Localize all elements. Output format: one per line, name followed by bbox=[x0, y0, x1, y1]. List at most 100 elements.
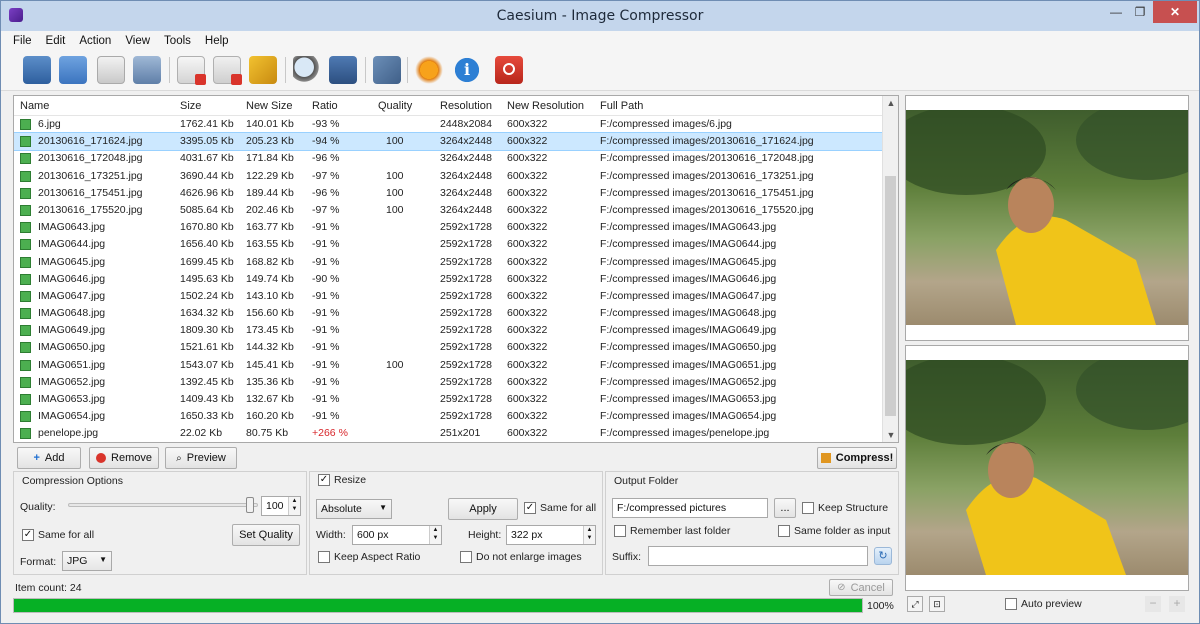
quality-slider-track[interactable] bbox=[68, 503, 258, 507]
compression-same-for-all-checkbox[interactable]: ✓ bbox=[22, 529, 34, 541]
save-list-icon[interactable] bbox=[97, 56, 125, 84]
menu-edit[interactable]: Edit bbox=[46, 35, 66, 47]
remove-item-icon[interactable] bbox=[177, 56, 206, 85]
same-folder-as-input-checkbox[interactable] bbox=[778, 525, 790, 537]
table-row[interactable]: IMAG0646.jpg 1495.63 Kb 149.74 Kb -90 % 2592… bbox=[14, 271, 898, 288]
column-header-new-size[interactable]: New Size bbox=[246, 100, 292, 112]
load-list-icon[interactable] bbox=[133, 56, 161, 84]
table-row[interactable]: IMAG0647.jpg 1502.24 Kb 143.10 Kb -91 % 2592… bbox=[14, 288, 898, 305]
column-header-name[interactable]: Name bbox=[20, 100, 49, 112]
table-row[interactable]: 6.jpg 1762.41 Kb 140.01 Kb -93 % 2448x2084 60… bbox=[14, 116, 898, 133]
refresh-icon[interactable]: ↻ bbox=[874, 547, 892, 565]
keep-aspect-ratio-checkbox[interactable] bbox=[318, 551, 330, 563]
height-spinbox[interactable]: 322 px ▲ ▼ bbox=[506, 525, 596, 545]
zoom-in-icon[interactable]: + bbox=[1169, 596, 1185, 612]
quality-spinbox[interactable]: 100 ▲ ▼ bbox=[261, 496, 301, 516]
resize-mode-select[interactable]: Absolute ▼ bbox=[316, 499, 392, 519]
column-header-ratio[interactable]: Ratio bbox=[312, 100, 338, 112]
quality-slider-handle[interactable] bbox=[246, 497, 254, 513]
remove-button[interactable]: Remove bbox=[89, 447, 159, 469]
remember-last-folder-checkbox[interactable] bbox=[614, 525, 626, 537]
table-row[interactable]: IMAG0648.jpg 1634.32 Kb 156.60 Kb -91 % 2592… bbox=[14, 305, 898, 322]
table-row[interactable]: IMAG0643.jpg 1670.80 Kb 163.77 Kb -91 % 2592… bbox=[14, 219, 898, 236]
scroll-down-icon[interactable]: ▼ bbox=[883, 430, 898, 440]
preview-button[interactable]: ⌕ Preview bbox=[165, 447, 237, 469]
set-quality-button[interactable]: Set Quality bbox=[232, 524, 300, 546]
spin-arrows-icon[interactable]: ▲ ▼ bbox=[429, 526, 441, 544]
do-not-enlarge-checkbox[interactable] bbox=[460, 551, 472, 563]
broom-icon[interactable] bbox=[249, 56, 277, 84]
keep-structure-checkbox[interactable] bbox=[802, 502, 814, 514]
add-button[interactable]: + Add bbox=[17, 447, 81, 469]
table-cell: 3264x2448 bbox=[440, 135, 492, 148]
add-button-label: Add bbox=[44, 452, 65, 464]
menu-tools[interactable]: Tools bbox=[164, 35, 191, 47]
width-value: 600 px bbox=[357, 529, 389, 541]
table-cell: 1699.45 Kb bbox=[180, 255, 234, 268]
column-header-resolution[interactable]: Resolution bbox=[440, 100, 492, 112]
tools-icon[interactable] bbox=[373, 56, 401, 84]
table-row[interactable]: 20130616_173251.jpg 3690.44 Kb 122.29 Kb -9… bbox=[14, 168, 898, 185]
open-folder-icon[interactable] bbox=[59, 56, 87, 84]
format-select[interactable]: JPG ▼ bbox=[62, 551, 112, 571]
maximize-button[interactable]: ❐ bbox=[1129, 1, 1151, 23]
table-row[interactable]: 20130616_171624.jpg 3395.05 Kb 205.23 Kb -9… bbox=[14, 132, 898, 152]
auto-preview-checkbox[interactable] bbox=[1005, 598, 1017, 610]
power-exit-icon[interactable] bbox=[495, 56, 523, 84]
item-count-label: Item count: 24 bbox=[15, 582, 82, 594]
actual-size-icon[interactable]: ⊡ bbox=[929, 596, 945, 612]
menu-file[interactable]: File bbox=[13, 35, 32, 47]
resize-same-for-all-checkbox[interactable]: ✓ bbox=[524, 502, 536, 514]
table-row[interactable]: IMAG0649.jpg 1809.30 Kb 173.45 Kb -91 % 2592… bbox=[14, 322, 898, 339]
magnifier-icon[interactable] bbox=[293, 56, 321, 84]
table-cell: 20130616_175451.jpg bbox=[38, 186, 143, 199]
table-row[interactable]: 20130616_172048.jpg 4031.67 Kb 171.84 Kb -9… bbox=[14, 150, 898, 167]
table-row[interactable]: IMAG0650.jpg 1521.61 Kb 144.32 Kb -91 % 2592… bbox=[14, 339, 898, 356]
clear-list-icon[interactable] bbox=[213, 56, 242, 85]
menu-view[interactable]: View bbox=[125, 35, 150, 47]
cancel-button[interactable]: ⊘ Cancel bbox=[829, 579, 893, 596]
resize-checkbox[interactable]: ✓ bbox=[318, 474, 330, 486]
table-row[interactable]: IMAG0654.jpg 1650.33 Kb 160.20 Kb -91 % 2592… bbox=[14, 408, 898, 425]
table-cell: F:/compressed images/IMAG0653.jpg bbox=[600, 393, 777, 405]
spin-arrows-icon[interactable]: ▲ ▼ bbox=[288, 497, 300, 515]
fit-to-window-icon[interactable]: ⤢ bbox=[907, 596, 923, 612]
table-row[interactable]: IMAG0652.jpg 1392.45 Kb 135.36 Kb -91 % 2592… bbox=[14, 374, 898, 391]
table-row[interactable]: IMAG0651.jpg 1543.07 Kb 145.41 Kb -91 % 100 2… bbox=[14, 357, 898, 374]
spin-arrows-icon[interactable]: ▲ ▼ bbox=[583, 526, 595, 544]
vertical-scrollbar[interactable]: ▲ ▼ bbox=[882, 96, 898, 442]
width-spinbox[interactable]: 600 px ▲ ▼ bbox=[352, 525, 442, 545]
browse-button[interactable]: ... bbox=[774, 498, 796, 518]
column-header-new-resolution[interactable]: New Resolution bbox=[507, 100, 584, 112]
output-path-input[interactable]: F:/compressed pictures bbox=[612, 498, 768, 518]
table-row[interactable]: 20130616_175520.jpg 5085.64 Kb 202.46 Kb -9… bbox=[14, 202, 898, 219]
table-cell: 149.74 Kb bbox=[246, 272, 294, 285]
zoom-out-icon[interactable]: − bbox=[1145, 596, 1161, 612]
scroll-up-icon[interactable]: ▲ bbox=[883, 98, 898, 108]
table-cell: 189.44 Kb bbox=[246, 186, 294, 199]
column-header-full-path[interactable]: Full Path bbox=[600, 100, 643, 112]
menu-action[interactable]: Action bbox=[79, 35, 111, 47]
apply-button[interactable]: Apply bbox=[448, 498, 518, 520]
column-header-quality[interactable]: Quality bbox=[378, 100, 412, 112]
table-row[interactable]: IMAG0645.jpg 1699.45 Kb 168.82 Kb -91 % 2592… bbox=[14, 254, 898, 271]
table-row[interactable]: penelope.jpg 22.02 Kb 80.75 Kb +266 % 251x20… bbox=[14, 425, 898, 442]
table-cell: 600x322 bbox=[507, 410, 548, 423]
table-row[interactable]: 20130616_175451.jpg 4626.96 Kb 189.44 Kb -9… bbox=[14, 185, 898, 202]
table-row[interactable]: IMAG0644.jpg 1656.40 Kb 163.55 Kb -91 % 2592… bbox=[14, 236, 898, 253]
settings-gear-icon[interactable] bbox=[415, 56, 443, 84]
minimize-button[interactable]: — bbox=[1105, 1, 1127, 23]
menu-help[interactable]: Help bbox=[205, 35, 229, 47]
suffix-input[interactable] bbox=[648, 546, 868, 566]
add-pictures-icon[interactable] bbox=[23, 56, 51, 84]
close-button[interactable]: ✕ bbox=[1153, 1, 1197, 23]
file-list[interactable]: Name Size New Size Ratio Quality Resolut… bbox=[13, 95, 899, 443]
column-header-size[interactable]: Size bbox=[180, 100, 201, 112]
info-icon[interactable]: i bbox=[453, 56, 481, 84]
scrollbar-thumb[interactable] bbox=[885, 176, 896, 416]
preview-image-icon[interactable] bbox=[329, 56, 357, 84]
compress-button[interactable]: Compress! bbox=[817, 447, 897, 469]
table-row[interactable]: IMAG0653.jpg 1409.43 Kb 132.67 Kb -91 % 2592… bbox=[14, 391, 898, 408]
app-window: Caesium - Image Compressor — ❐ ✕ File Ed… bbox=[0, 0, 1200, 624]
table-cell: 140.01 Kb bbox=[246, 118, 294, 130]
